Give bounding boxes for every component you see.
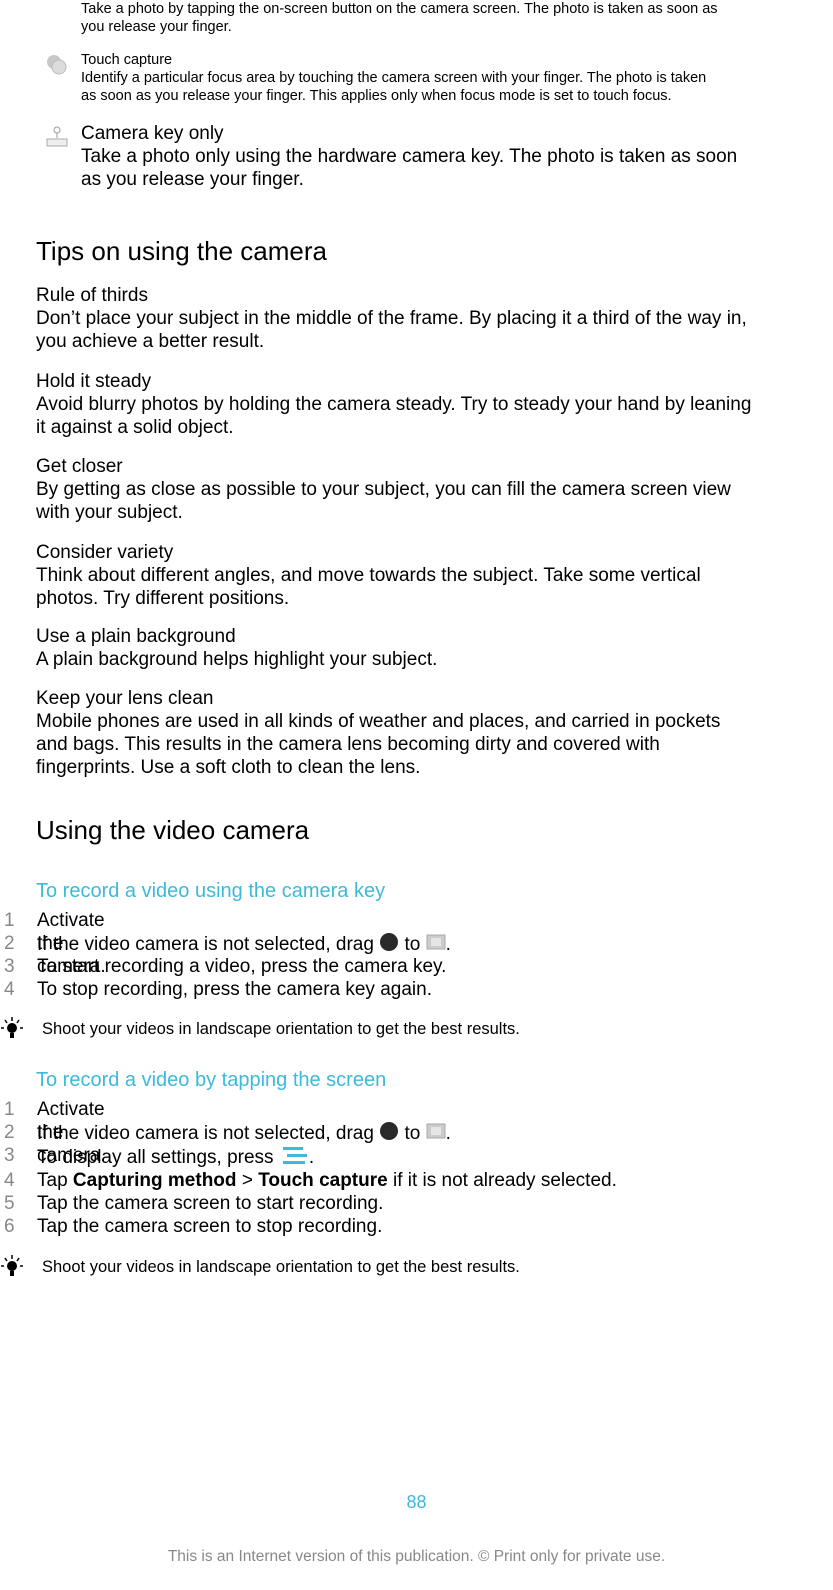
procedure-tap-screen-steps: 1 Activate the camera. 2 If the video ca… (4, 1099, 617, 1237)
tip-plain-background: Use a plain background A plain backgroun… (36, 626, 438, 670)
camera-mode-dot-icon (379, 1121, 399, 1147)
page-number: 88 (406, 1492, 427, 1512)
tip-consider-variety: Consider variety Think about different a… (36, 542, 701, 609)
procedure-camera-key-title: To record a video using the camera key (36, 880, 386, 902)
touch-capture-item: Touch capture Identify a particular focu… (81, 52, 707, 104)
camera-key-icon (44, 124, 70, 150)
tip-text: Shoot your videos in landscape orientati… (42, 1258, 520, 1276)
tip-lightbulb-icon (0, 1016, 26, 1042)
menu-icon (279, 1144, 309, 1172)
tip-lightbulb-icon (0, 1254, 26, 1280)
video-camera-mode-icon (426, 933, 446, 957)
procedure-tap-screen-title: To record a video by tapping the screen (36, 1069, 387, 1091)
video-camera-mode-icon (426, 1122, 446, 1146)
onscreen-capture-description: Take a photo by tapping the on-screen bu… (81, 1, 718, 35)
tip-text: Shoot your videos in landscape orientati… (42, 1020, 520, 1038)
camera-key-item: Camera key only Take a photo only using … (81, 123, 738, 190)
capturing-method-label: Capturing method (72, 1170, 237, 1191)
footer-note: This is an Internet version of this publ… (167, 1548, 666, 1565)
touch-capture-label: Touch capture (258, 1170, 388, 1191)
tip-lens-clean: Keep your lens clean Mobile phones are u… (36, 688, 721, 778)
video-heading: Using the video camera (36, 815, 310, 845)
tip-get-closer: Get closer By getting as close as possib… (36, 456, 731, 523)
tip-hold-steady: Hold it steady Avoid blurry photos by ho… (36, 371, 752, 438)
tips-heading: Tips on using the camera (36, 236, 327, 266)
tip-rule-of-thirds: Rule of thirds Don’t place your subject … (36, 285, 747, 352)
touch-capture-icon (44, 53, 70, 77)
procedure-camera-key-steps: 1 Activate the camera. 2 If the video ca… (4, 910, 451, 1000)
